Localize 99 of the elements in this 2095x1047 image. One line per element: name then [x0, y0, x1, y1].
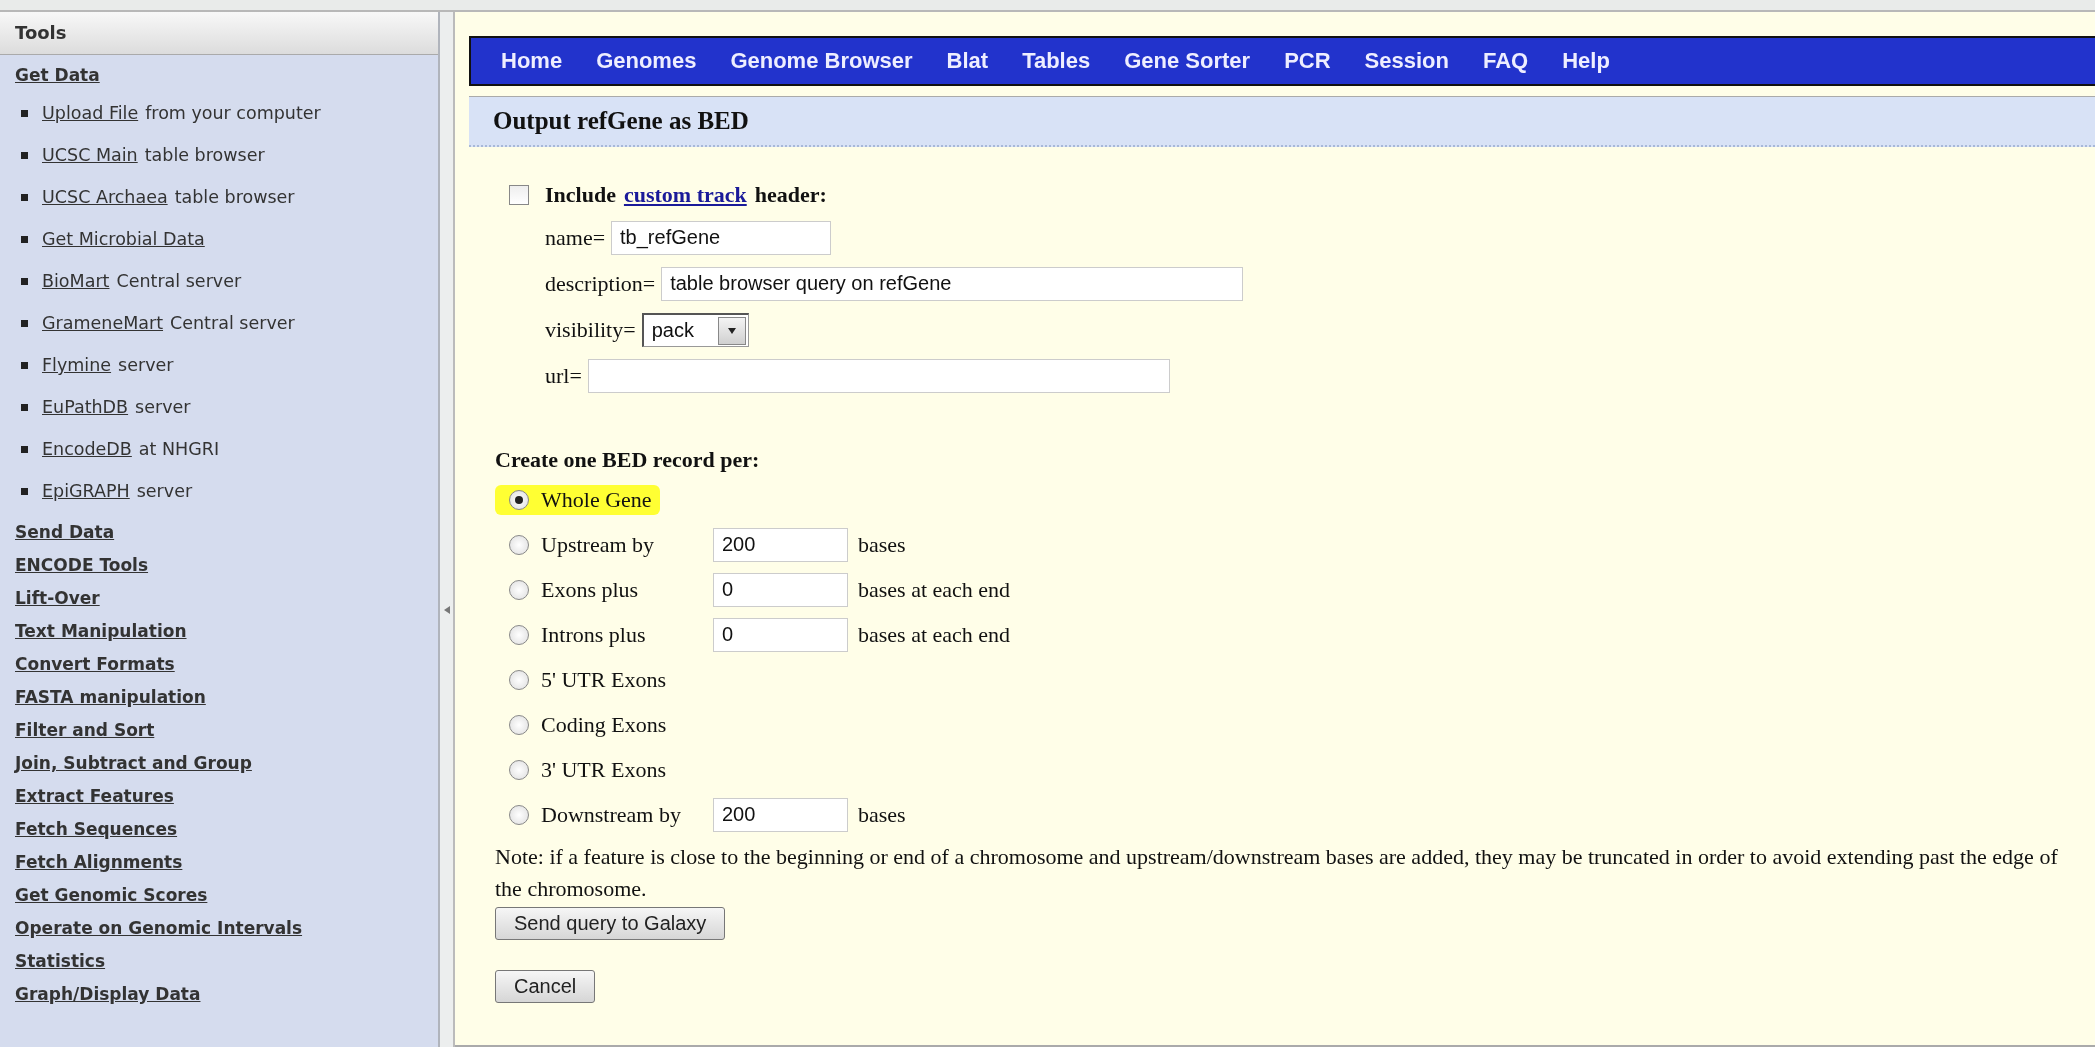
bullet-icon: [21, 109, 28, 117]
section-link[interactable]: Fetch Sequences: [15, 813, 178, 846]
field-label: name=: [545, 225, 606, 251]
form-button[interactable]: Cancel: [495, 970, 596, 1003]
bullet-icon: [21, 277, 28, 285]
field-label: visibility=: [545, 317, 636, 343]
field-label: description=: [545, 271, 656, 297]
tool-link[interactable]: Get Microbial Data: [42, 229, 205, 249]
radio-button[interactable]: [509, 759, 529, 780]
bullet-icon: [21, 361, 28, 369]
unit-label: bases at each end: [858, 621, 1011, 648]
section-link[interactable]: Text Manipulation: [15, 615, 187, 648]
bullet-icon: [21, 151, 28, 159]
nav-link[interactable]: Tables: [1022, 48, 1091, 74]
option-label: Coding Exons: [541, 711, 667, 738]
nav-link[interactable]: Gene Sorter: [1124, 48, 1251, 74]
text-field[interactable]: table browser query on refGene: [661, 267, 1244, 301]
visibility-dropdown[interactable]: pack: [641, 313, 749, 347]
radio-button[interactable]: [509, 669, 529, 690]
option-label: 5' UTR Exons: [541, 666, 666, 693]
panel-title: Tools: [0, 12, 438, 55]
section-link[interactable]: FASTA manipulation: [15, 681, 206, 714]
tool-link[interactable]: UCSC Archaea: [42, 187, 168, 207]
option-label: 3' UTR Exons: [541, 756, 666, 783]
bullet-icon: [21, 235, 28, 243]
tool-link[interactable]: Upload File: [42, 103, 139, 123]
bullet-icon: [21, 319, 28, 327]
section-link[interactable]: Convert Formats: [15, 648, 175, 681]
nav-link[interactable]: FAQ: [1482, 48, 1529, 74]
section-link[interactable]: Fetch Alignments: [15, 846, 183, 879]
section-link[interactable]: Graph/Display Data: [15, 978, 201, 1011]
tool-description: server: [118, 355, 174, 375]
field-label: url=: [545, 363, 582, 389]
tool-description: Central server: [116, 271, 242, 291]
section-link[interactable]: ENCODE Tools: [15, 549, 149, 582]
section-link[interactable]: Lift-Over: [15, 582, 100, 615]
nav-link[interactable]: Home: [501, 48, 563, 74]
tool-link[interactable]: Flymine: [42, 355, 112, 375]
checkbox-label: header:: [754, 182, 827, 208]
option-label: Downstream by: [541, 801, 682, 828]
bullet-icon: [21, 445, 28, 453]
section-link[interactable]: Filter and Sort: [15, 714, 155, 747]
text-field[interactable]: tb_refGene: [611, 221, 832, 255]
bullet-icon: [21, 193, 28, 201]
tool-link[interactable]: UCSC Main: [42, 145, 138, 165]
nav-link[interactable]: PCR: [1284, 48, 1331, 74]
tool-link[interactable]: EpiGRAPH: [42, 481, 130, 501]
tool-link[interactable]: BioMart: [42, 271, 110, 291]
option-label: Whole Gene: [541, 486, 652, 513]
number-field[interactable]: 0: [713, 617, 848, 652]
nav-link[interactable]: Genomes: [596, 48, 697, 74]
radio-button[interactable]: [509, 534, 529, 555]
note-text: Note: if a feature is close to the beginning or end of a chromosome and upstream/downstream bases are added, they may be truncated in order to avoid extending past the edge of the chromosome.: [495, 843, 2059, 903]
section-link[interactable]: Send Data: [15, 516, 115, 549]
radio-button[interactable]: [509, 489, 529, 510]
checkbox[interactable]: [509, 185, 529, 205]
tool-description: table browser: [174, 187, 295, 207]
collapse-arrow-icon[interactable]: [442, 604, 451, 615]
tool-link[interactable]: GrameneMart: [42, 313, 164, 333]
section-link[interactable]: Get Genomic Scores: [15, 879, 208, 912]
page-heading: Output refGene as BED: [493, 107, 749, 135]
dropdown-arrow-icon: [726, 327, 737, 334]
bullet-icon: [21, 487, 28, 495]
nav-link[interactable]: Help: [1562, 48, 1610, 74]
option-label: Introns plus: [541, 621, 647, 648]
radio-button[interactable]: [509, 624, 529, 645]
nav-link[interactable]: Genome Browser: [730, 48, 913, 74]
bullet-icon: [21, 403, 28, 411]
nav-link[interactable]: Session: [1364, 48, 1449, 74]
tool-link[interactable]: EncodeDB: [42, 439, 132, 459]
section-link[interactable]: Get Data: [15, 59, 100, 92]
section-title: Create one BED record per:: [495, 446, 761, 474]
radio-button[interactable]: [509, 804, 529, 825]
option-label: Exons plus: [541, 576, 640, 603]
section-link[interactable]: Statistics: [15, 945, 106, 978]
tool-description: table browser: [144, 145, 265, 165]
checkbox-label: Include: [545, 182, 616, 208]
tool-description: at NHGRI: [138, 439, 220, 459]
unit-label: bases at each end: [858, 576, 1011, 603]
form-button[interactable]: Send query to Galaxy: [495, 907, 726, 940]
tool-description: server: [135, 397, 191, 417]
unit-label: bases: [858, 531, 906, 558]
tool-description: Central server: [170, 313, 295, 333]
section-link[interactable]: Extract Features: [15, 780, 174, 813]
custom-track-link[interactable]: custom track: [623, 182, 747, 208]
number-field[interactable]: 200: [713, 797, 848, 832]
tool-description: server: [136, 481, 193, 501]
tool-link[interactable]: EuPathDB: [42, 397, 129, 417]
number-field[interactable]: 200: [713, 527, 848, 562]
unit-label: bases: [858, 801, 906, 828]
text-field[interactable]: [587, 359, 1170, 393]
radio-button[interactable]: [509, 714, 529, 735]
nav-link[interactable]: Blat: [946, 48, 989, 74]
section-link[interactable]: Join, Subtract and Group: [15, 747, 252, 780]
section-link[interactable]: Operate on Genomic Intervals: [15, 912, 303, 945]
tool-description: from your computer: [145, 103, 321, 123]
option-label: Upstream by: [541, 531, 656, 558]
radio-button[interactable]: [509, 579, 529, 600]
number-field[interactable]: 0: [713, 572, 848, 607]
